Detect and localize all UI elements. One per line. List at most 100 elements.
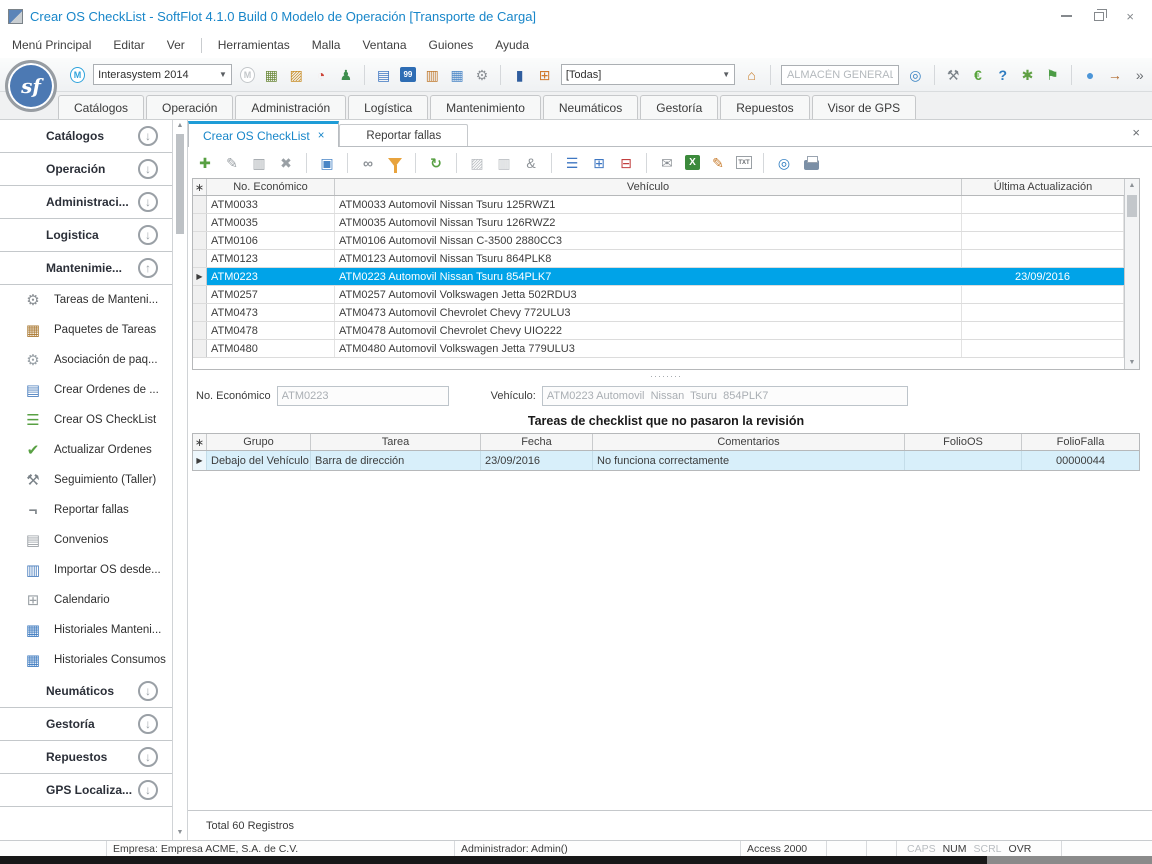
vehicle-row[interactable]: ATM0123 ATM0123 Automovil Nissan Tsuru 8… (193, 250, 1124, 268)
menu-herramientas[interactable]: Herramientas (218, 38, 290, 52)
sidebar-group-gps-localizacion[interactable]: GPS Localiza... ↓ (0, 774, 172, 807)
flag-icon[interactable]: ⚑ (1044, 66, 1061, 84)
column-ultima-actualizacion[interactable]: Última Actualización (962, 179, 1124, 195)
ribbon-tab-administracion[interactable]: Administración (235, 95, 346, 119)
sidebar-item-importar-os[interactable]: ▥ Importar OS desde... (0, 555, 172, 585)
clipboard-icon[interactable]: ▥ (424, 66, 441, 84)
export-doc-icon[interactable]: ✎ (709, 154, 727, 172)
vehicle-row-selected[interactable]: ▶ ATM0223 ATM0223 Automovil Nissan Tsuru… (193, 268, 1124, 286)
bug-icon[interactable]: ✱ (1019, 66, 1036, 84)
new-note-icon[interactable]: ▤ (375, 66, 392, 84)
tab-close-icon[interactable]: × (318, 130, 325, 142)
tree-expand-icon[interactable]: ⊞ (590, 154, 608, 172)
tree-group-icon[interactable]: ☰ (563, 154, 581, 172)
export-txt-icon[interactable]: TXT (736, 156, 752, 169)
sidebar-scrollbar[interactable]: ▲ ▼ (172, 120, 188, 840)
ribbon-tab-neumaticos[interactable]: Neumáticos (543, 95, 638, 119)
sidebar-item-reportar-fallas[interactable]: ¬ Reportar fallas (0, 495, 172, 525)
delete-record-icon[interactable]: ✖ (277, 154, 295, 172)
menu-malla[interactable]: Malla (312, 38, 341, 52)
ribbon-tab-operacion[interactable]: Operación (146, 95, 233, 119)
binoculars-search-icon[interactable]: ∞ (359, 154, 377, 172)
home-icon[interactable]: ⌂ (743, 66, 760, 84)
sidebar-item-calendario[interactable]: ⊞ Calendario (0, 585, 172, 615)
sidebar-group-administracion[interactable]: Administraci... ↓ (0, 186, 172, 219)
gallery-icon[interactable]: ▨ (288, 66, 305, 84)
vehicle-row[interactable]: ATM0478 ATM0478 Automovil Chevrolet Chev… (193, 322, 1124, 340)
sidebar-item-convenios[interactable]: ▤ Convenios (0, 525, 172, 555)
sidebar-item-seguimiento-taller[interactable]: ⚒ Seguimiento (Taller) (0, 465, 172, 495)
globe-icon[interactable]: ◎ (907, 66, 924, 84)
settings-gear-icon[interactable]: ⚙ (474, 66, 491, 84)
sidebar-item-actualizar-ordenes[interactable]: ✔ Actualizar Ordenes (0, 435, 172, 465)
tree-collapse-icon[interactable]: ⊟ (617, 154, 635, 172)
splitter-handle[interactable]: ········ (192, 370, 1140, 382)
grid-scrollbar[interactable]: ▲ ▼ (1124, 179, 1139, 369)
menu-menu-principal[interactable]: Menú Principal (12, 38, 91, 52)
sidebar-item-historiales-consumos[interactable]: ▦ Historiales Consumos (0, 645, 172, 675)
overflow-icon[interactable]: » (1131, 66, 1148, 84)
column-vehiculo[interactable]: Vehículo (335, 179, 962, 195)
vehicle-row[interactable]: ATM0033 ATM0033 Automovil Nissan Tsuru 1… (193, 196, 1124, 214)
close-button[interactable]: × (1126, 10, 1134, 23)
tab-crear-os-checklist[interactable]: Crear OS CheckList × (188, 121, 339, 147)
chat-icon[interactable]: ● (1082, 66, 1099, 84)
vehicle-checkin-icon[interactable]: ▦ (263, 66, 280, 84)
scrollbar-thumb[interactable] (1127, 195, 1137, 217)
vehicle-row[interactable]: ATM0035 ATM0035 Automovil Nissan Tsuru 1… (193, 214, 1124, 232)
scrollbar-thumb[interactable] (176, 134, 184, 234)
save-record-icon[interactable]: ▥ (250, 154, 268, 172)
refresh-icon[interactable]: ↻ (427, 154, 445, 172)
ribbon-tab-visor-gps[interactable]: Visor de GPS (812, 95, 916, 119)
print-icon[interactable] (802, 154, 820, 172)
sidebar-item-crear-os-checklist[interactable]: ☰ Crear OS CheckList (0, 405, 172, 435)
sidebar-item-paquetes-tareas[interactable]: ▦ Paquetes de Tareas (0, 315, 172, 345)
menu-ayuda[interactable]: Ayuda (495, 38, 529, 52)
vehicle-row[interactable]: ATM0106 ATM0106 Automovil Nissan C-3500 … (193, 232, 1124, 250)
coins-icon[interactable]: € (970, 66, 987, 84)
menu-ventana[interactable]: Ventana (362, 38, 406, 52)
tabstrip-close-icon[interactable]: × (1132, 126, 1140, 139)
sidebar-group-catalogos[interactable]: Catálogos ↓ (0, 120, 172, 153)
column-folio-falla[interactable]: FolioFalla (1022, 434, 1139, 450)
help-icon[interactable]: ? (994, 66, 1011, 84)
sidebar-group-neumaticos[interactable]: Neumáticos ↓ (0, 675, 172, 708)
menu-editar[interactable]: Editar (113, 38, 144, 52)
sidebar-item-tareas-mantenimiento[interactable]: ⚙ Tareas de Manteni... (0, 285, 172, 315)
warehouse-input[interactable] (781, 65, 899, 85)
sidebar-group-logistica[interactable]: Logistica ↓ (0, 219, 172, 252)
sidebar-item-asociacion-paquetes[interactable]: ⚙ Asociación de paq... (0, 345, 172, 375)
dashboard-icon[interactable]: ◔ (313, 66, 330, 84)
email-icon[interactable]: ✉ (658, 154, 676, 172)
window-manager-icon[interactable]: ⊞ (536, 66, 553, 84)
ribbon-tab-repuestos[interactable]: Repuestos (720, 95, 809, 119)
badge-99-icon[interactable]: 99 (400, 67, 416, 82)
ribbon-tab-catalogos[interactable]: Catálogos (58, 95, 144, 119)
sidebar-item-historiales-mantenimiento[interactable]: ▦ Historiales Manteni... (0, 615, 172, 645)
print-preview-icon[interactable]: ◎ (775, 154, 793, 172)
column-fecha[interactable]: Fecha (481, 434, 593, 450)
ribbon-tab-logistica[interactable]: Logística (348, 95, 428, 119)
profile-dropdown[interactable]: Interasystem 2014▼ (93, 64, 232, 85)
vehicle-row[interactable]: ATM0473 ATM0473 Automovil Chevrolet Chev… (193, 304, 1124, 322)
menu-ver[interactable]: Ver (167, 38, 185, 52)
notebook-icon[interactable]: ▮ (511, 66, 528, 84)
card-view-icon[interactable]: ▣ (318, 154, 336, 172)
tab-reportar-fallas[interactable]: Reportar fallas (339, 124, 468, 146)
scroll-down-icon[interactable]: ▼ (1125, 359, 1139, 366)
column-folio-os[interactable]: FolioOS (905, 434, 1022, 450)
filter-funnel-icon[interactable] (386, 154, 404, 172)
sidebar-group-mantenimiento[interactable]: Mantenimie... ↑ (0, 252, 172, 285)
profile-m-icon[interactable]: M (70, 67, 85, 83)
scroll-up-icon[interactable]: ▲ (1125, 182, 1139, 189)
column-comentarios[interactable]: Comentarios (593, 434, 905, 450)
todas-filter-dropdown[interactable]: [Todas]▼ (561, 64, 735, 85)
ribbon-tab-gestoria[interactable]: Gestoría (640, 95, 718, 119)
sidebar-group-gestoria[interactable]: Gestoría ↓ (0, 708, 172, 741)
checklist-row[interactable]: ▶ Debajo del Vehículo Barra de dirección… (193, 451, 1139, 470)
column-tarea[interactable]: Tarea (311, 434, 481, 450)
tool-search-icon[interactable]: ⚒ (945, 66, 962, 84)
paperclip-icon[interactable]: & (522, 154, 540, 172)
add-record-icon[interactable]: ✚ (196, 154, 214, 172)
vehicle-row[interactable]: ATM0480 ATM0480 Automovil Volkswagen Jet… (193, 340, 1124, 358)
